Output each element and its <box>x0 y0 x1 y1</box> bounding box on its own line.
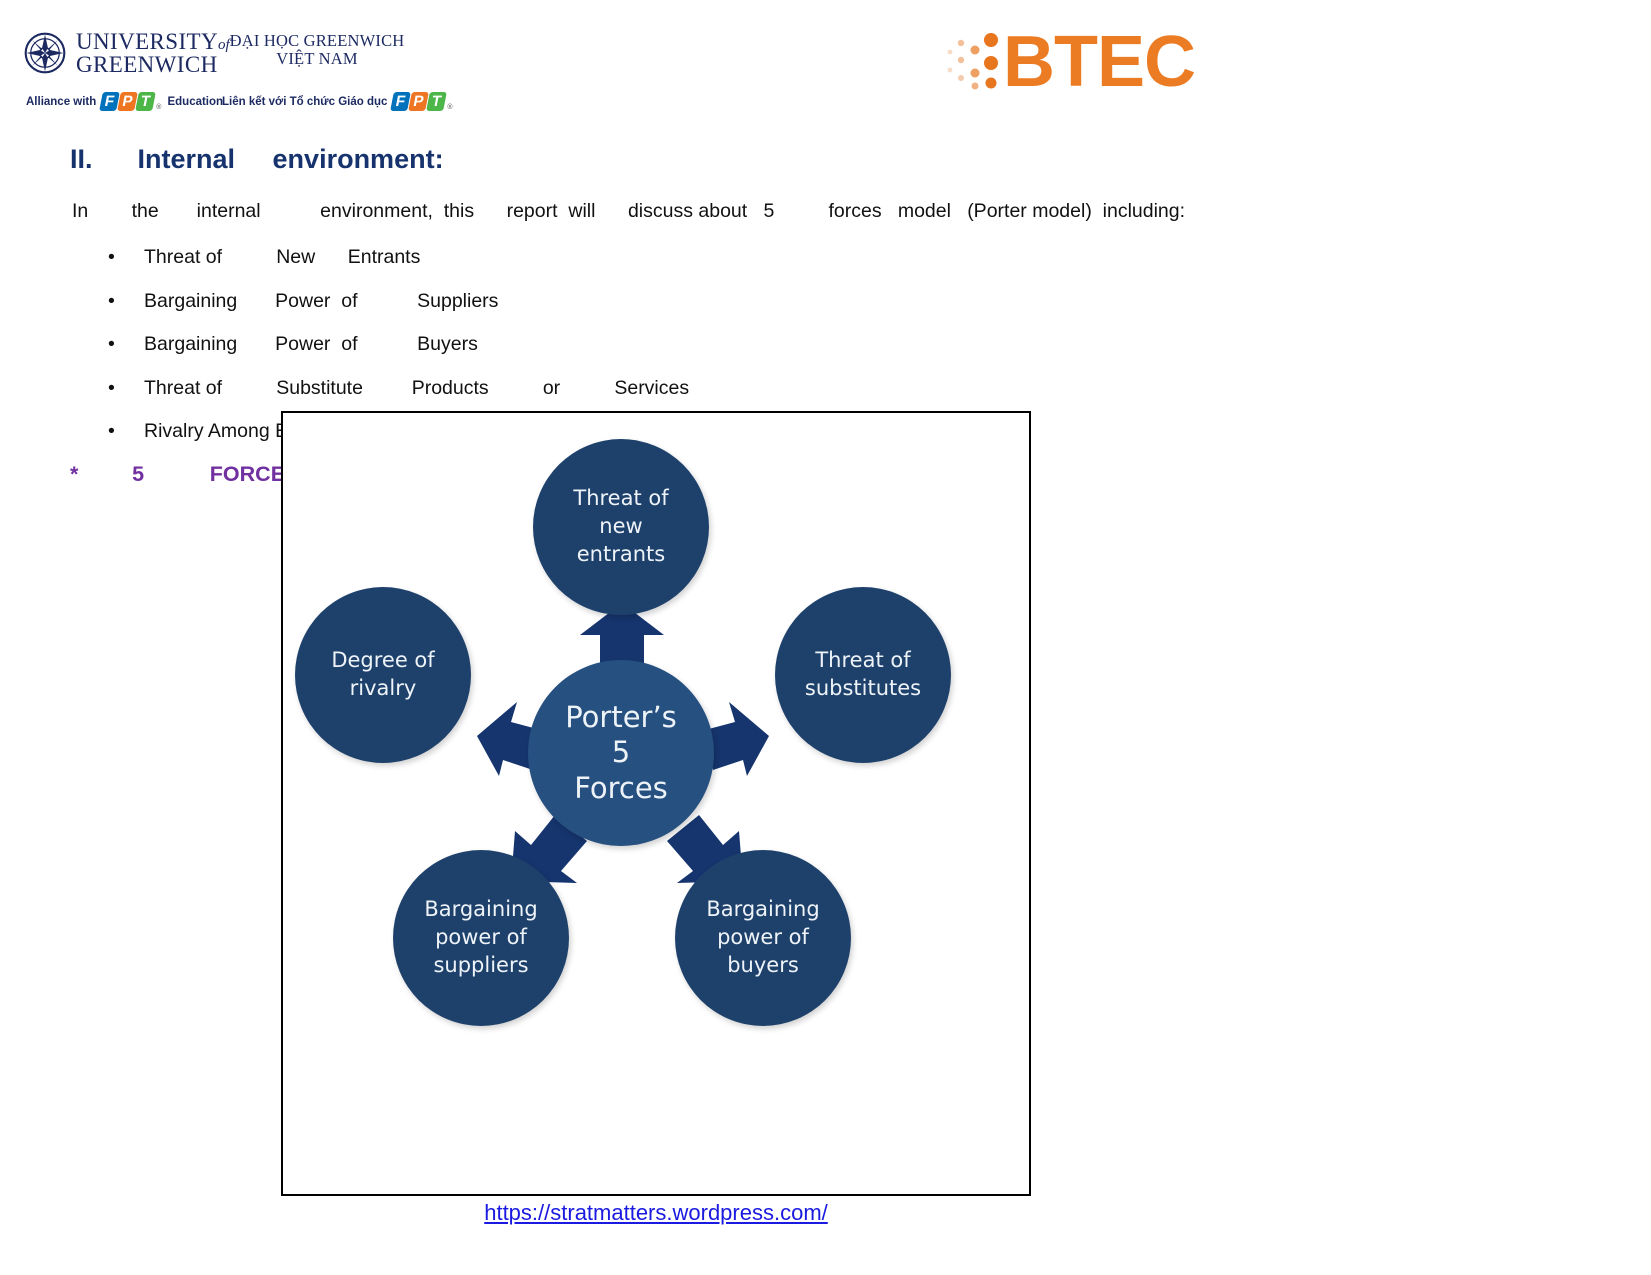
vietnam-title-line2: VIỆT NAM <box>276 49 358 69</box>
alliance-vi-strip: Liên kết với Tổ chức Giáo dục F P T ® <box>222 92 454 111</box>
alliance-en-suffix: Education <box>167 95 224 108</box>
section-heading: II. Internal environment: <box>70 144 444 174</box>
university-logo-wordmark: UNIVERSITYof GREENWICH <box>76 30 230 76</box>
fpt-registered-mark: ® <box>156 104 162 111</box>
list-item-label: Bargaining Power of Buyers <box>144 333 478 355</box>
force-node-threat-of-substitutes: Threat of substitutes <box>775 587 951 763</box>
fpt-logo-icon: F P T ® <box>99 92 162 111</box>
bullet-marker: • <box>108 333 115 355</box>
force-node-label: Threat of substitutes <box>804 648 922 700</box>
force-node-label: Bargaining power of buyers <box>706 897 820 977</box>
list-item: • Threat of New Entrants <box>108 242 1308 286</box>
list-item-label: Bargaining Power of Suppliers <box>144 289 499 312</box>
force-node-bargaining-power-of-suppliers: Bargaining power of suppliers <box>393 850 569 1026</box>
figure-source-link[interactable]: https://stratmatters.wordpress.com/ <box>281 1200 1031 1226</box>
bullet-marker: • <box>108 289 115 312</box>
bullet-marker: • <box>108 420 115 442</box>
intro-paragraph: In the internal environment, this report… <box>72 200 1186 222</box>
force-node-label: Threat of new entrants <box>573 486 669 566</box>
ug-line1-text: UNIVERSITY <box>76 29 218 54</box>
list-item: • Bargaining Power of Suppliers <box>108 286 1308 330</box>
alliance-en-prefix: Alliance with <box>26 95 97 108</box>
compass-rose-icon <box>24 32 66 74</box>
fpt-logo-icon-vi: F P T ® <box>390 92 453 111</box>
force-node-label: Degree of rivalry <box>331 648 435 700</box>
university-of-greenwich-logo: UNIVERSITYof GREENWICH <box>24 30 230 76</box>
vietnam-campus-title: ĐẠI HỌC GREENWICH VIỆT NAM <box>222 31 412 69</box>
force-node-threat-of-new-entrants: Threat of new entrants <box>533 439 709 615</box>
list-item-label: Threat of Substitute Products or Service… <box>144 376 690 399</box>
page-header: UNIVERSITYof GREENWICH ĐẠI HỌC GREENWICH… <box>0 0 1651 130</box>
btec-wordmark: BTEC <box>1003 22 1196 102</box>
vietnam-title-line1: ĐẠI HỌC GREENWICH <box>229 31 405 50</box>
list-item-label: Threat of New Entrants <box>144 246 421 268</box>
force-node-label: Bargaining power of suppliers <box>424 897 538 977</box>
force-node-degree-of-rivalry: Degree of rivalry <box>295 587 471 763</box>
list-item: • Bargaining Power of Buyers <box>108 329 1308 373</box>
force-node-bargaining-power-of-buyers: Bargaining power of buyers <box>675 850 851 1026</box>
fpt-registered-mark-vi: ® <box>447 104 453 111</box>
btec-dots-icon <box>945 30 1003 94</box>
porters-five-forces-diagram: Threat of new entrants Degree of rivalry… <box>283 413 1029 1194</box>
alliance-vi-prefix: Liên kết với Tổ chức Giáo dục <box>222 95 388 108</box>
bullet-marker: • <box>108 376 115 399</box>
ug-line2-text: GREENWICH <box>76 52 218 77</box>
list-item: • Threat of Substitute Products or Servi… <box>108 373 1308 417</box>
btec-logo: BTEC <box>945 22 1196 102</box>
bullet-marker: • <box>108 246 115 268</box>
center-node-label: Porter’s 5 Forces <box>565 699 677 805</box>
alliance-en-strip: Alliance with F P T ® Education <box>26 92 223 111</box>
porters-five-forces-figure: Threat of new entrants Degree of rivalry… <box>281 411 1031 1196</box>
fpt-letter-t-vi: T <box>426 92 448 111</box>
force-node-center-porters-5-forces: Porter’s 5 Forces <box>528 660 714 846</box>
fpt-letter-t: T <box>135 92 157 111</box>
